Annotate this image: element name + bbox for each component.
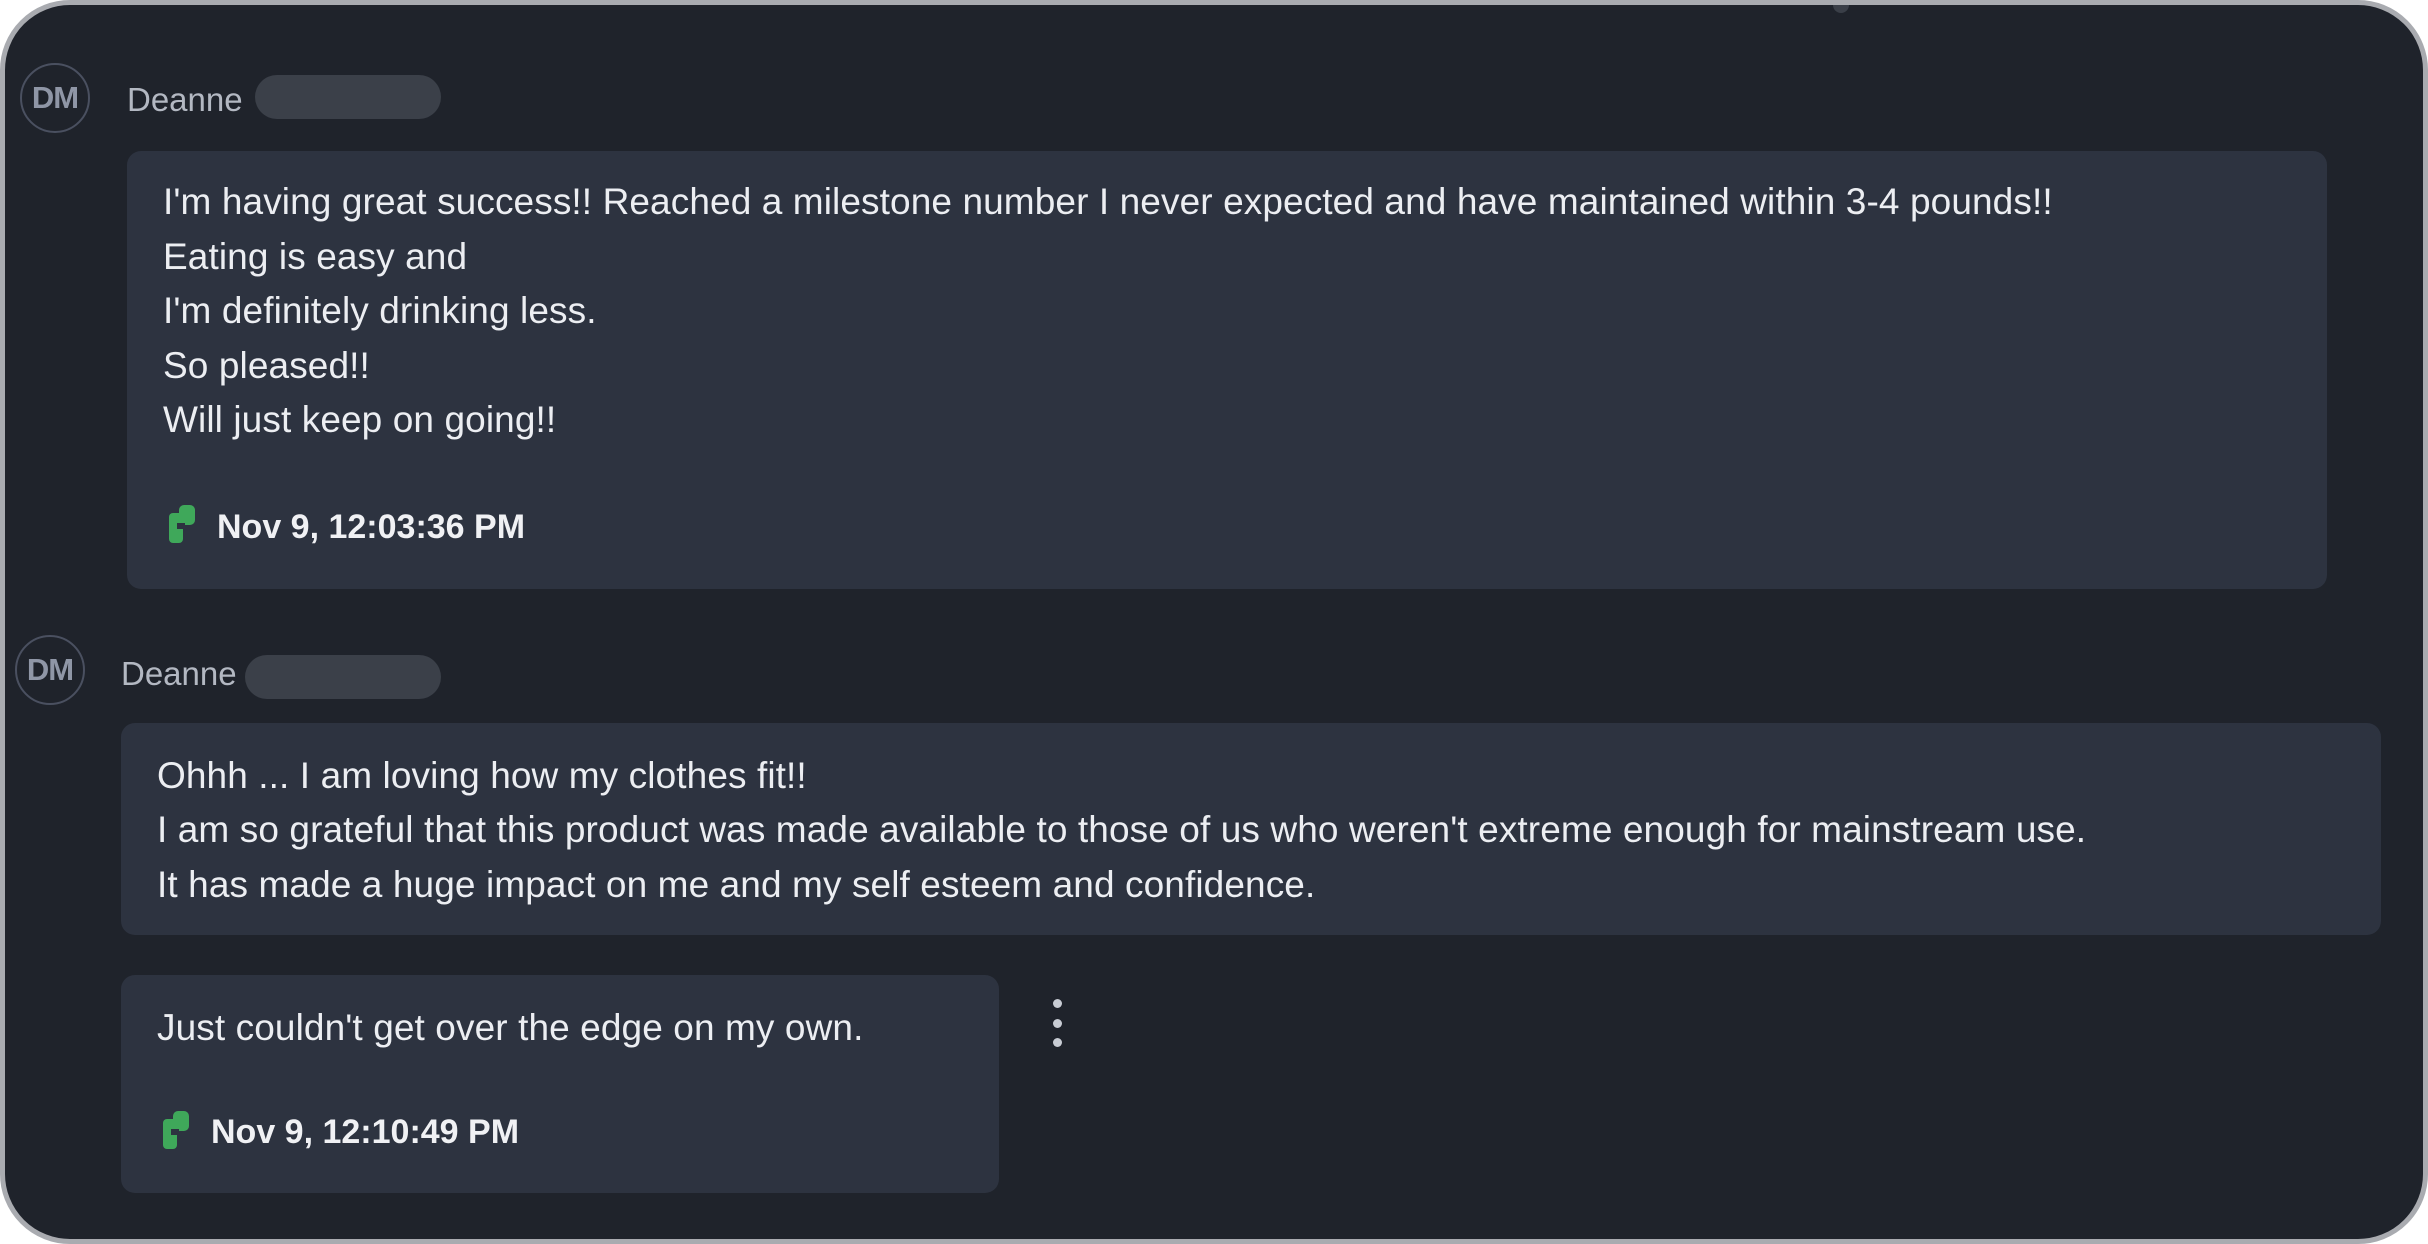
kebab-dot: [1052, 1038, 1062, 1047]
sent-status-icon: [163, 1111, 189, 1149]
avatar[interactable]: DM: [20, 63, 90, 133]
message-line: I'm having great success!! Reached a mil…: [163, 181, 2053, 222]
message-line: So pleased!!: [163, 345, 370, 386]
sender-name: Deanne: [127, 81, 243, 118]
kebab-dot: [1052, 999, 1062, 1008]
message-line: Eating is easy and: [163, 236, 468, 277]
message-bubble[interactable]: I'm having great success!! Reached a mil…: [127, 151, 2327, 589]
more-options-icon[interactable]: [1049, 999, 1065, 1047]
window-notch: [1833, 5, 1849, 13]
avatar-initials: DM: [31, 80, 79, 115]
message-timestamp: Nov 9, 12:03:36 PM: [217, 508, 526, 546]
message-line: I'm definitely drinking less.: [163, 290, 597, 331]
message-timestamp: Nov 9, 12:10:49 PM: [211, 1113, 520, 1151]
sent-status-icon: [169, 505, 195, 543]
sender-name: Deanne: [121, 655, 237, 692]
message-line: Ohhh ... I am loving how my clothes fit!…: [157, 755, 807, 796]
message-bubble[interactable]: Ohhh ... I am loving how my clothes fit!…: [121, 723, 2381, 935]
message-bubble[interactable]: Just couldn't get over the edge on my ow…: [121, 975, 999, 1193]
redacted-surname: [255, 75, 441, 119]
kebab-dot: [1052, 1018, 1062, 1028]
avatar-initials: DM: [26, 652, 74, 687]
message-line: Just couldn't get over the edge on my ow…: [157, 1007, 864, 1048]
message-line: I am so grateful that this product was m…: [157, 809, 2087, 850]
redacted-surname: [245, 655, 441, 699]
message-line: Will just keep on going!!: [163, 399, 557, 440]
avatar[interactable]: DM: [15, 635, 85, 705]
chat-window: DM Deanne I'm having great success!! Rea…: [0, 0, 2428, 1244]
message-line: It has made a huge impact on me and my s…: [157, 864, 1316, 905]
